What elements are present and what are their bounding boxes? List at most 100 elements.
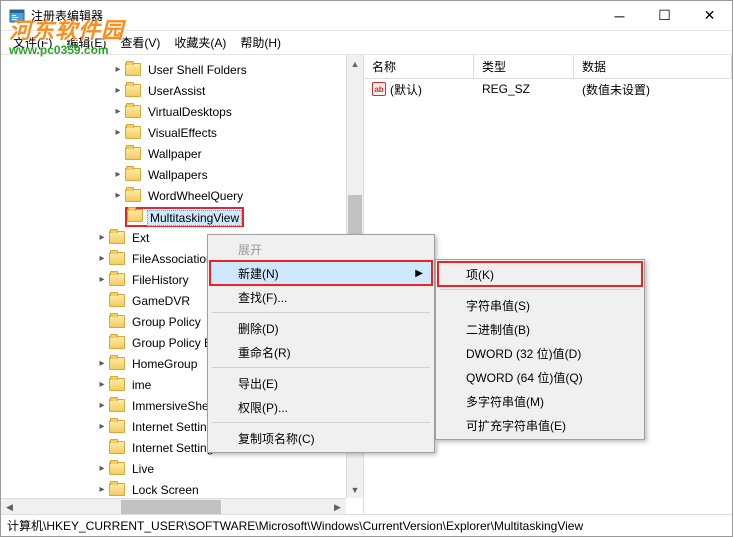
scroll-down-icon[interactable]: ▼	[347, 481, 363, 498]
tree-scrollbar-h[interactable]: ◀ ▶	[1, 498, 346, 515]
tree-item[interactable]: ▸ VirtualDesktops	[1, 101, 363, 122]
tree-item[interactable]: MultitaskingView	[1, 206, 363, 227]
value-type: REG_SZ	[474, 82, 574, 96]
folder-icon	[127, 209, 143, 222]
string-value-icon: ab	[372, 82, 386, 96]
menu-item[interactable]: 可扩充字符串值(E)	[438, 413, 642, 437]
expander-icon[interactable]: ▸	[95, 274, 109, 285]
menu-item[interactable]: QWORD (64 位)值(Q)	[438, 365, 642, 389]
expander-icon[interactable]: ▸	[95, 379, 109, 390]
context-menu-key: 展开新建(N)▶查找(F)... 删除(D)重命名(R) 导出(E)权限(P)...…	[207, 234, 435, 453]
folder-icon	[109, 378, 125, 391]
tree-item-label: ime	[129, 377, 154, 393]
column-name[interactable]: 名称	[364, 55, 474, 78]
scroll-thumb-h[interactable]	[121, 500, 221, 514]
context-menu-new: 项(K) 字符串值(S)二进制值(B)DWORD (32 位)值(D)QWORD …	[435, 259, 645, 440]
menu-favorites[interactable]: 收藏夹(A)	[168, 32, 232, 53]
folder-icon	[125, 168, 141, 181]
submenu-arrow-icon: ▶	[415, 268, 423, 279]
menu-item[interactable]: 导出(E)	[210, 371, 432, 395]
expander-icon[interactable]: ▸	[111, 106, 125, 117]
scroll-right-icon[interactable]: ▶	[329, 499, 346, 515]
scroll-left-icon[interactable]: ◀	[1, 499, 18, 515]
menu-item[interactable]: 项(K)	[438, 262, 642, 286]
expander-icon[interactable]: ▸	[111, 85, 125, 96]
tree-item[interactable]: ▸ VisualEffects	[1, 122, 363, 143]
tree-item-label: FileHistory	[129, 272, 192, 288]
column-data[interactable]: 数据	[574, 55, 732, 78]
folder-icon	[125, 105, 141, 118]
folder-icon	[109, 441, 125, 454]
menu-edit[interactable]: 编辑(E)	[60, 32, 112, 53]
value-row[interactable]: ab (默认) REG_SZ(数值未设置)	[364, 79, 732, 99]
menu-separator	[212, 422, 430, 423]
menu-view[interactable]: 查看(V)	[114, 32, 166, 53]
expander-icon[interactable]: ▸	[111, 64, 125, 75]
tree-item-label: Live	[129, 461, 157, 477]
menu-item[interactable]: 查找(F)...	[210, 285, 432, 309]
tree-item-label: VirtualDesktops	[145, 104, 235, 120]
folder-icon	[109, 420, 125, 433]
tree-item[interactable]: ▸ Live	[1, 458, 363, 479]
tree-item-label: Wallpapers	[145, 167, 211, 183]
tree-item-label: Group Policy	[129, 314, 204, 330]
tree-item-label: MultitaskingView	[147, 210, 242, 226]
values-header: 名称 类型 数据	[364, 55, 732, 79]
expander-icon[interactable]: ▸	[95, 484, 109, 495]
close-button[interactable]: ✕	[687, 1, 732, 30]
expander-icon[interactable]: ▸	[95, 253, 109, 264]
maximize-button[interactable]: ☐	[642, 1, 687, 30]
menu-separator	[440, 289, 640, 290]
menu-file[interactable]: 文件(F)	[7, 32, 58, 53]
menu-item[interactable]: 复制项名称(C)	[210, 426, 432, 450]
tree-item[interactable]: Wallpaper	[1, 143, 363, 164]
tree-item-label: HomeGroup	[129, 356, 200, 372]
tree-item[interactable]: ▸ Wallpapers	[1, 164, 363, 185]
folder-icon	[109, 357, 125, 370]
tree-item[interactable]: ▸ WordWheelQuery	[1, 185, 363, 206]
column-type[interactable]: 类型	[474, 55, 574, 78]
folder-icon	[125, 84, 141, 97]
scroll-up-icon[interactable]: ▲	[347, 55, 363, 72]
expander-icon[interactable]: ▸	[111, 127, 125, 138]
tree-item-label: User Shell Folders	[145, 62, 250, 78]
tree-item[interactable]: ▸ User Shell Folders	[1, 59, 363, 80]
tree-item-label: VisualEffects	[145, 125, 220, 141]
expander-icon[interactable]: ▸	[95, 421, 109, 432]
menubar: 文件(F) 编辑(E) 查看(V) 收藏夹(A) 帮助(H)	[1, 31, 732, 55]
menu-item[interactable]: 重命名(R)	[210, 340, 432, 364]
regedit-icon	[9, 8, 25, 24]
menu-item[interactable]: 字符串值(S)	[438, 293, 642, 317]
minimize-button[interactable]: ─	[597, 1, 642, 30]
folder-icon	[109, 294, 125, 307]
value-name: (默认)	[390, 81, 422, 98]
expander-icon[interactable]: ▸	[111, 169, 125, 180]
tree-item[interactable]: ▸ UserAssist	[1, 80, 363, 101]
folder-icon	[125, 147, 141, 160]
statusbar: 计算机\HKEY_CURRENT_USER\SOFTWARE\Microsoft…	[1, 514, 732, 536]
menu-item[interactable]: DWORD (32 位)值(D)	[438, 341, 642, 365]
expander-icon[interactable]: ▸	[95, 358, 109, 369]
menu-item[interactable]: 权限(P)...	[210, 395, 432, 419]
menu-help[interactable]: 帮助(H)	[234, 32, 287, 53]
expander-icon[interactable]: ▸	[95, 232, 109, 243]
tree-item[interactable]: ▸ Lock Screen	[1, 479, 363, 500]
expander-icon[interactable]: ▸	[95, 463, 109, 474]
menu-item[interactable]: 删除(D)	[210, 316, 432, 340]
window-title: 注册表编辑器	[31, 7, 597, 24]
tree-item-label: UserAssist	[145, 83, 208, 99]
menu-item: 展开	[210, 237, 432, 261]
folder-icon	[109, 483, 125, 496]
menu-separator	[212, 312, 430, 313]
folder-icon	[109, 336, 125, 349]
value-data: (数值未设置)	[574, 81, 732, 98]
tree-item-label: WordWheelQuery	[145, 188, 246, 204]
tree-item-label: GameDVR	[129, 293, 193, 309]
menu-item[interactable]: 多字符串值(M)	[438, 389, 642, 413]
tree-item-label: ImmersiveShell	[129, 398, 217, 414]
menu-item[interactable]: 二进制值(B)	[438, 317, 642, 341]
expander-icon[interactable]: ▸	[95, 400, 109, 411]
tree-item-label: Lock Screen	[129, 482, 202, 498]
expander-icon[interactable]: ▸	[111, 190, 125, 201]
menu-item[interactable]: 新建(N)▶	[210, 261, 432, 285]
